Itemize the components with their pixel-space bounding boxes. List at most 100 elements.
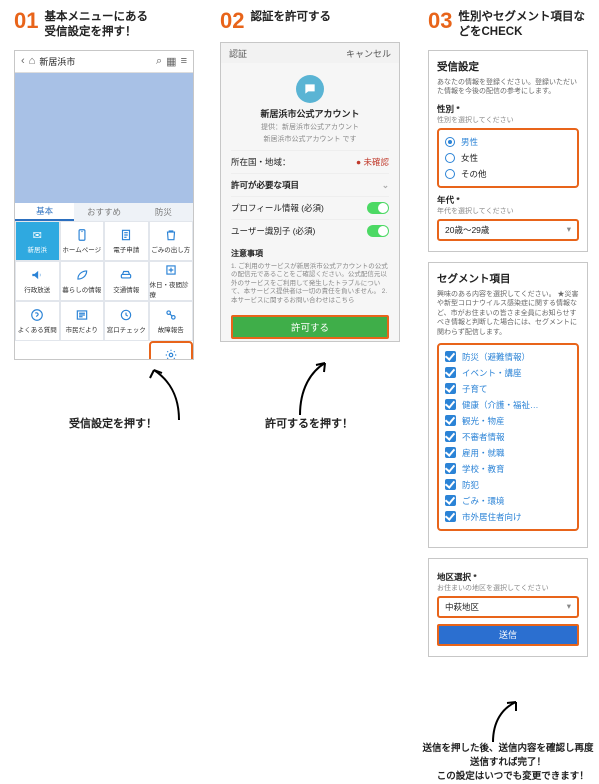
- phone-screenshot-menu: ‹ ⌂ 新居浜市 ⌕ ▦ ≡ 基本 おすすめ 防災 ✉ 新居浜 ホームページ: [14, 50, 194, 360]
- toggle-uid[interactable]: [367, 225, 389, 237]
- speaker-icon: [29, 267, 45, 283]
- segment-item[interactable]: イベント・講座: [445, 365, 571, 381]
- menu-label: ごみの出し方: [151, 244, 190, 254]
- header-title: 認証: [229, 47, 247, 60]
- segment-item[interactable]: 防災（避難情報）: [445, 349, 571, 365]
- radio-label: その他: [461, 168, 487, 180]
- segment-checklist: 防災（避難情報） イベント・講座子育て健康（介護・福祉… 観光・物産不審者情報雇用・…: [437, 343, 579, 531]
- tab-recommend[interactable]: おすすめ: [74, 203, 133, 221]
- notice-title: 注意事項: [231, 248, 389, 259]
- phone-icon: [74, 227, 90, 243]
- area-dropdown[interactable]: 中萩地区 ▾: [437, 596, 579, 618]
- step-2-column: 02 認証を許可する 認証 キャンセル 新居浜市公式アカウント 提供：新居浜市公…: [220, 0, 400, 342]
- chevron-down-icon[interactable]: ⌄: [382, 180, 389, 191]
- car-icon: [118, 267, 134, 283]
- segment-label: 雇用・就職: [462, 447, 505, 459]
- toggle-profile[interactable]: [367, 202, 389, 214]
- menu-icon[interactable]: ≡: [181, 55, 187, 67]
- perm-header-label: 許可が必要な項目: [231, 179, 299, 191]
- back-icon[interactable]: ‹: [21, 55, 25, 67]
- menu-label: 行政放送: [24, 284, 50, 294]
- menu-label: よくある質問: [18, 324, 57, 334]
- age-label: 年代 *: [437, 194, 579, 206]
- step-number: 01: [14, 10, 38, 32]
- qa-icon: [29, 307, 45, 323]
- arrow-icon: [295, 360, 345, 423]
- home-icon[interactable]: ⌂: [29, 55, 36, 67]
- area-sub: お住まいの地区を選択してください: [437, 583, 579, 593]
- gear-icon: [163, 347, 179, 360]
- menu-label: 電子申請: [113, 244, 139, 254]
- radio-male[interactable]: 男性: [445, 134, 571, 150]
- menu-label: 暮らしの情報: [62, 284, 101, 294]
- account-app-note: 新居浜市公式アカウント です: [231, 134, 389, 144]
- tab-basic[interactable]: 基本: [15, 203, 74, 221]
- hero-image: [15, 73, 193, 203]
- segment-item[interactable]: 市外居住者向け: [445, 509, 571, 525]
- step-3-column: 03 性別やセグメント項目な どをCHECK 受信設定 あなたの情報を登録くださ…: [428, 0, 588, 667]
- menu-item-home[interactable]: ホームページ: [60, 221, 105, 261]
- step3-caption: 送信を押した後、送信内容を確認し再度 送信すれば完了！ この設定はいつでも変更で…: [408, 740, 599, 782]
- hospital-icon: [163, 262, 179, 278]
- menu-label: 休日・夜間診療: [150, 279, 193, 299]
- region-label: 所在国・地域：: [231, 156, 291, 168]
- segment-item[interactable]: 学校・教育: [445, 461, 571, 477]
- step-header: 03 性別やセグメント項目な どをCHECK: [428, 10, 588, 40]
- radio-female[interactable]: 女性: [445, 150, 571, 166]
- menu-item-counter[interactable]: 窓口チェック: [104, 301, 149, 341]
- menu-item-news[interactable]: 市民だより: [60, 301, 105, 341]
- segment-item[interactable]: ごみ・環境: [445, 493, 571, 509]
- gender-group: 男性 女性 その他: [437, 128, 579, 188]
- segment-item[interactable]: 防犯: [445, 477, 571, 493]
- step-number: 02: [220, 10, 244, 32]
- menu-item-apply[interactable]: 電子申請: [104, 221, 149, 261]
- city-icon: ✉: [29, 227, 45, 243]
- segment-label: 防災（避難情報）: [462, 351, 530, 363]
- menu-item-life[interactable]: 暮らしの情報: [60, 261, 105, 301]
- perm-label: プロフィール情報 (必須): [231, 203, 324, 213]
- header-cancel[interactable]: キャンセル: [346, 47, 391, 60]
- allow-button[interactable]: 許可する: [231, 315, 389, 339]
- menu-item-city[interactable]: ✉ 新居浜: [15, 221, 60, 261]
- checkbox-icon: [445, 383, 456, 394]
- radio-other[interactable]: その他: [445, 166, 571, 182]
- age-dropdown[interactable]: 20歳～29歳 ▾: [437, 219, 579, 241]
- grid-icon[interactable]: ▦: [166, 55, 176, 68]
- checkbox-icon: [445, 479, 456, 490]
- tab-bousai[interactable]: 防災: [134, 203, 193, 221]
- segment-item[interactable]: 健康（介護・福祉…: [445, 397, 571, 413]
- dropdown-value: 中萩地区: [445, 601, 479, 613]
- menu-label: 市民だより: [66, 324, 98, 334]
- chevron-down-icon: ▾: [567, 601, 571, 612]
- menu-item-faq[interactable]: よくある質問: [15, 301, 60, 341]
- step-number: 03: [428, 10, 452, 32]
- segment-item[interactable]: 観光・物産: [445, 413, 571, 429]
- segment-item[interactable]: 不審者情報: [445, 429, 571, 445]
- checkbox-icon: [445, 463, 456, 474]
- step-1-column: 01 基本メニューにある 受信設定を押す！ ‹ ⌂ 新居浜市 ⌕ ▦ ≡ 基本 …: [14, 0, 194, 360]
- search-icon[interactable]: ⌕: [156, 55, 162, 68]
- segment-label: 子育て: [462, 383, 488, 395]
- phone-screenshot-auth: 認証 キャンセル 新居浜市公式アカウント 提供：新居浜市公式アカウント 新居浜市…: [220, 42, 400, 342]
- panel-desc: あなたの情報を登録ください。登録いただいた情報を今後の配信の参考にします。: [437, 78, 579, 97]
- checkbox-icon: [445, 495, 456, 506]
- menu-label: 交通情報: [113, 284, 139, 294]
- menu-item-report[interactable]: 故障報告: [149, 301, 194, 341]
- send-button[interactable]: 送信: [437, 624, 579, 646]
- segment-label: 市外居住者向け: [462, 511, 522, 523]
- segment-label: 健康（介護・福祉…: [462, 399, 539, 411]
- menu-item-receive-settings[interactable]: 受信設定: [149, 341, 194, 360]
- menu-item-traffic[interactable]: 交通情報: [104, 261, 149, 301]
- menu-item-medical[interactable]: 休日・夜間診療: [149, 261, 194, 301]
- radio-icon: [445, 153, 455, 163]
- counter-icon: [118, 307, 134, 323]
- radio-icon: [445, 169, 455, 179]
- segment-item[interactable]: 子育て: [445, 381, 571, 397]
- menu-label: 故障報告: [158, 324, 184, 334]
- tab-bar: 基本 おすすめ 防災: [15, 203, 193, 221]
- menu-item-broadcast[interactable]: 行政放送: [15, 261, 60, 301]
- segment-item[interactable]: 雇用・就職: [445, 445, 571, 461]
- menu-item-trash[interactable]: ごみの出し方: [149, 221, 194, 261]
- step-header: 01 基本メニューにある 受信設定を押す！: [14, 10, 194, 40]
- panel-receive-settings: 受信設定 あなたの情報を登録ください。登録いただいた情報を今後の配信の参考にしま…: [428, 50, 588, 252]
